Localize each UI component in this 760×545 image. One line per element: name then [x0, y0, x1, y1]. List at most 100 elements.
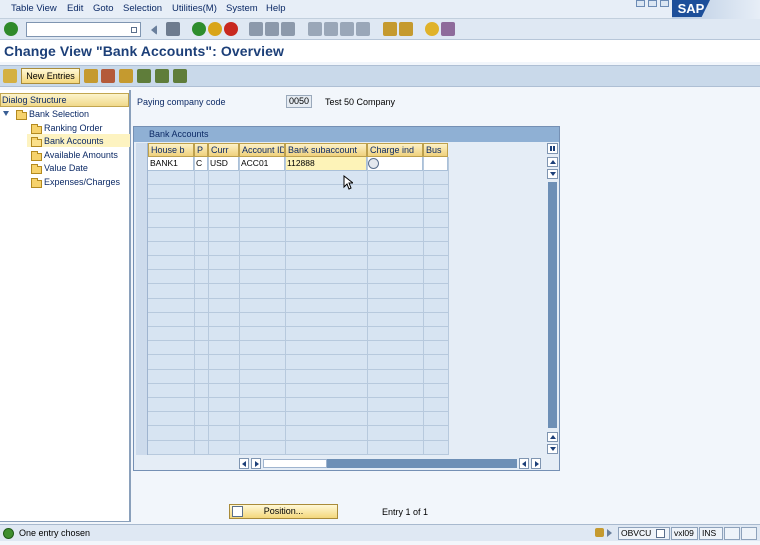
column-header-charge-ind[interactable]: Charge ind: [367, 143, 423, 157]
column-divider: [239, 157, 240, 455]
scroll-page-up-button[interactable]: [547, 432, 558, 442]
scroll-down-button[interactable]: [547, 169, 558, 179]
print-icon[interactable]: [249, 22, 263, 36]
menu-system[interactable]: System: [226, 3, 258, 14]
scroll-up-button[interactable]: [547, 157, 558, 167]
table-row[interactable]: [148, 256, 448, 271]
delete-icon[interactable]: [101, 69, 115, 83]
tree-node-ranking-order[interactable]: Ranking Order: [44, 123, 103, 133]
display-change-icon[interactable]: [3, 69, 17, 83]
cancel-icon[interactable]: [224, 22, 238, 36]
system-info-icon[interactable]: [595, 528, 604, 537]
table-row[interactable]: [148, 341, 448, 356]
column-header-bank-subaccount[interactable]: Bank subaccount: [285, 143, 367, 157]
column-header-curr[interactable]: Curr: [208, 143, 239, 157]
table-row[interactable]: [148, 427, 448, 441]
menu-table-view[interactable]: Table View: [11, 3, 57, 14]
last-page-icon[interactable]: [356, 22, 370, 36]
tree-node-bank-selection[interactable]: Bank Selection: [29, 109, 89, 119]
new-entries-button[interactable]: New Entries: [21, 68, 80, 84]
table-row[interactable]: [148, 199, 448, 214]
menu-help[interactable]: Help: [266, 3, 286, 14]
search-help-icon[interactable]: [368, 158, 379, 169]
enter-icon[interactable]: [4, 22, 18, 36]
cell-bus[interactable]: [423, 157, 448, 171]
column-header-house-bank[interactable]: House b: [148, 143, 194, 157]
table-row[interactable]: [148, 299, 448, 313]
status-mode[interactable]: INS: [699, 527, 723, 540]
cell-account-id[interactable]: ACC01: [239, 157, 285, 171]
help-icon[interactable]: [425, 22, 439, 36]
table-row[interactable]: [148, 356, 448, 370]
scroll-left-button[interactable]: [239, 458, 249, 469]
cell-curr[interactable]: USD: [208, 157, 239, 171]
table-row[interactable]: [148, 313, 448, 327]
menu-utilities[interactable]: Utilities(M): [172, 3, 217, 14]
sap-logo-text: SAP: [672, 0, 710, 17]
back-icon[interactable]: [192, 22, 206, 36]
table-row[interactable]: [148, 384, 448, 398]
find-icon[interactable]: [265, 22, 279, 36]
table-row[interactable]: [148, 412, 448, 427]
menu-goto[interactable]: Goto: [93, 3, 114, 14]
undo-change-icon[interactable]: [119, 69, 133, 83]
scroll-thumb-horizontal[interactable]: [263, 459, 327, 468]
table-row[interactable]: [148, 228, 448, 242]
column-settings-icon[interactable]: [547, 143, 558, 154]
save-icon[interactable]: [166, 22, 180, 36]
table-row[interactable]: [148, 185, 448, 200]
scroll-page-down-button[interactable]: [547, 444, 558, 454]
tree-node-expenses-charges[interactable]: Expenses/Charges: [44, 177, 120, 187]
table-row[interactable]: [148, 441, 448, 455]
tree-node-bank-accounts[interactable]: Bank Accounts: [44, 136, 104, 146]
cell-bank-subaccount[interactable]: 112888: [285, 157, 367, 171]
table-row[interactable]: [148, 370, 448, 384]
tree-node-value-date[interactable]: Value Date: [44, 163, 88, 173]
system-dropdown-icon[interactable]: [656, 529, 665, 538]
table-row[interactable]: [148, 270, 448, 285]
menu-selection[interactable]: Selection: [123, 3, 162, 14]
select-block-icon[interactable]: [155, 69, 169, 83]
command-field[interactable]: [26, 22, 141, 37]
cell-p[interactable]: C: [194, 157, 208, 171]
table-row[interactable]: [148, 214, 448, 228]
table-row[interactable]: [148, 285, 448, 299]
horizontal-scrollbar[interactable]: [239, 458, 544, 469]
previous-page-icon[interactable]: [324, 22, 338, 36]
shortcut-icon[interactable]: [399, 22, 413, 36]
column-header-account-id[interactable]: Account ID: [239, 143, 285, 157]
exit-icon[interactable]: [208, 22, 222, 36]
find-next-icon[interactable]: [281, 22, 295, 36]
table-row[interactable]: [148, 398, 448, 413]
column-header-bus[interactable]: Bus: [423, 143, 448, 157]
expand-triangle-icon[interactable]: [3, 111, 9, 116]
first-page-icon[interactable]: [308, 22, 322, 36]
cell-charge-ind[interactable]: [367, 157, 423, 171]
column-header-p[interactable]: P: [194, 143, 208, 157]
scroll-page-right-button[interactable]: [531, 458, 541, 469]
position-button[interactable]: Position...: [229, 504, 338, 519]
table-row[interactable]: [148, 242, 448, 256]
scroll-track-horizontal[interactable]: [327, 459, 517, 468]
deselect-all-icon[interactable]: [173, 69, 187, 83]
copy-as-icon[interactable]: [84, 69, 98, 83]
layout-menu-icon[interactable]: [441, 22, 455, 36]
next-page-icon[interactable]: [340, 22, 354, 36]
vertical-scrollbar[interactable]: [547, 157, 558, 455]
cell-house-bank[interactable]: BANK1: [148, 157, 194, 171]
scroll-page-left-button[interactable]: [519, 458, 529, 469]
expand-status-icon[interactable]: [607, 529, 612, 537]
minimize-icon[interactable]: [636, 0, 645, 7]
table-row[interactable]: [148, 171, 448, 185]
table-row[interactable]: [148, 327, 448, 342]
paying-company-code-field: 0050: [286, 95, 312, 108]
scroll-thumb[interactable]: [548, 182, 557, 428]
new-session-icon[interactable]: [383, 22, 397, 36]
restore-icon[interactable]: [648, 0, 657, 7]
menu-edit[interactable]: Edit: [67, 3, 83, 14]
previous-icon[interactable]: [151, 25, 157, 35]
close-window-icon[interactable]: [660, 0, 669, 7]
scroll-right-button[interactable]: [251, 458, 261, 469]
tree-node-available-amounts[interactable]: Available Amounts: [44, 150, 118, 160]
select-all-icon[interactable]: [137, 69, 151, 83]
